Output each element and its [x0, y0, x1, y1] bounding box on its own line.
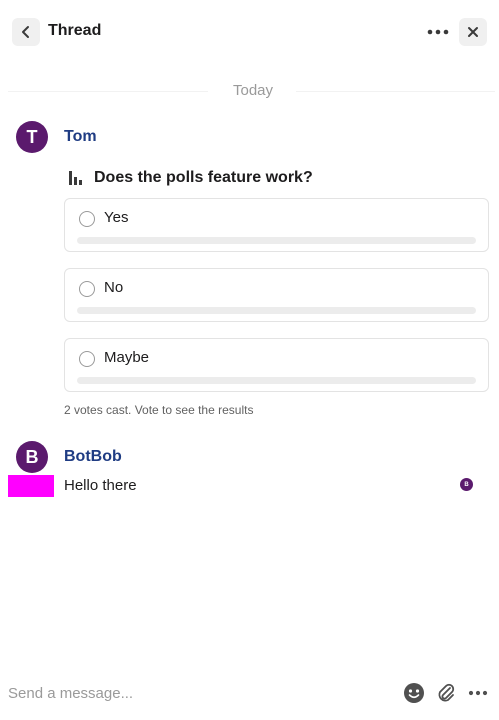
radio-button[interactable]: [79, 211, 95, 227]
radio-button[interactable]: [79, 351, 95, 367]
poll-option-label: No: [104, 279, 124, 296]
poll-option-maybe[interactable]: Maybe: [64, 338, 489, 392]
poll-progress-bar: [77, 377, 476, 384]
poll-progress-bar: [77, 237, 476, 244]
more-horizontal-icon: [427, 29, 449, 35]
message-composer: [0, 672, 499, 720]
radio-button[interactable]: [79, 281, 95, 297]
chevron-left-icon: [22, 26, 29, 38]
header-more-button[interactable]: [424, 18, 452, 46]
read-receipt-avatar: B: [460, 478, 473, 491]
poll-question: Does the polls feature work?: [64, 166, 313, 190]
date-divider: Today: [8, 80, 495, 102]
paperclip-icon: [438, 683, 455, 702]
highlight-marker: [8, 475, 54, 497]
poll-option-no[interactable]: No: [64, 268, 489, 322]
message-author[interactable]: BotBob: [64, 448, 122, 466]
composer-more-button[interactable]: [466, 681, 490, 705]
divider-line-right: [296, 91, 495, 92]
emoji-icon: [404, 683, 424, 703]
close-button[interactable]: [459, 18, 487, 46]
attach-button[interactable]: [434, 681, 458, 705]
bar-chart-icon: [69, 171, 82, 185]
thread-panel: Thread Today T Tom Does the polls featur…: [0, 0, 499, 720]
poll-progress-bar: [77, 307, 476, 314]
poll-option-yes[interactable]: Yes: [64, 198, 489, 252]
poll-vote-summary: 2 votes cast. Vote to see the results: [64, 403, 254, 417]
poll-question-text: Does the polls feature work?: [94, 169, 313, 186]
avatar[interactable]: B: [16, 441, 48, 473]
poll-option-label: Yes: [104, 209, 129, 226]
message-text: Hello there: [64, 477, 137, 494]
avatar[interactable]: T: [16, 121, 48, 153]
poll-option-label: Maybe: [104, 349, 150, 366]
thread-title: Thread: [48, 22, 102, 39]
thread-header: Thread: [0, 0, 499, 62]
back-button[interactable]: [12, 18, 40, 46]
emoji-button[interactable]: [402, 681, 426, 705]
close-icon: [468, 27, 478, 37]
more-horizontal-icon: [468, 690, 488, 696]
message-input[interactable]: [8, 681, 388, 705]
message-author[interactable]: Tom: [64, 128, 97, 146]
